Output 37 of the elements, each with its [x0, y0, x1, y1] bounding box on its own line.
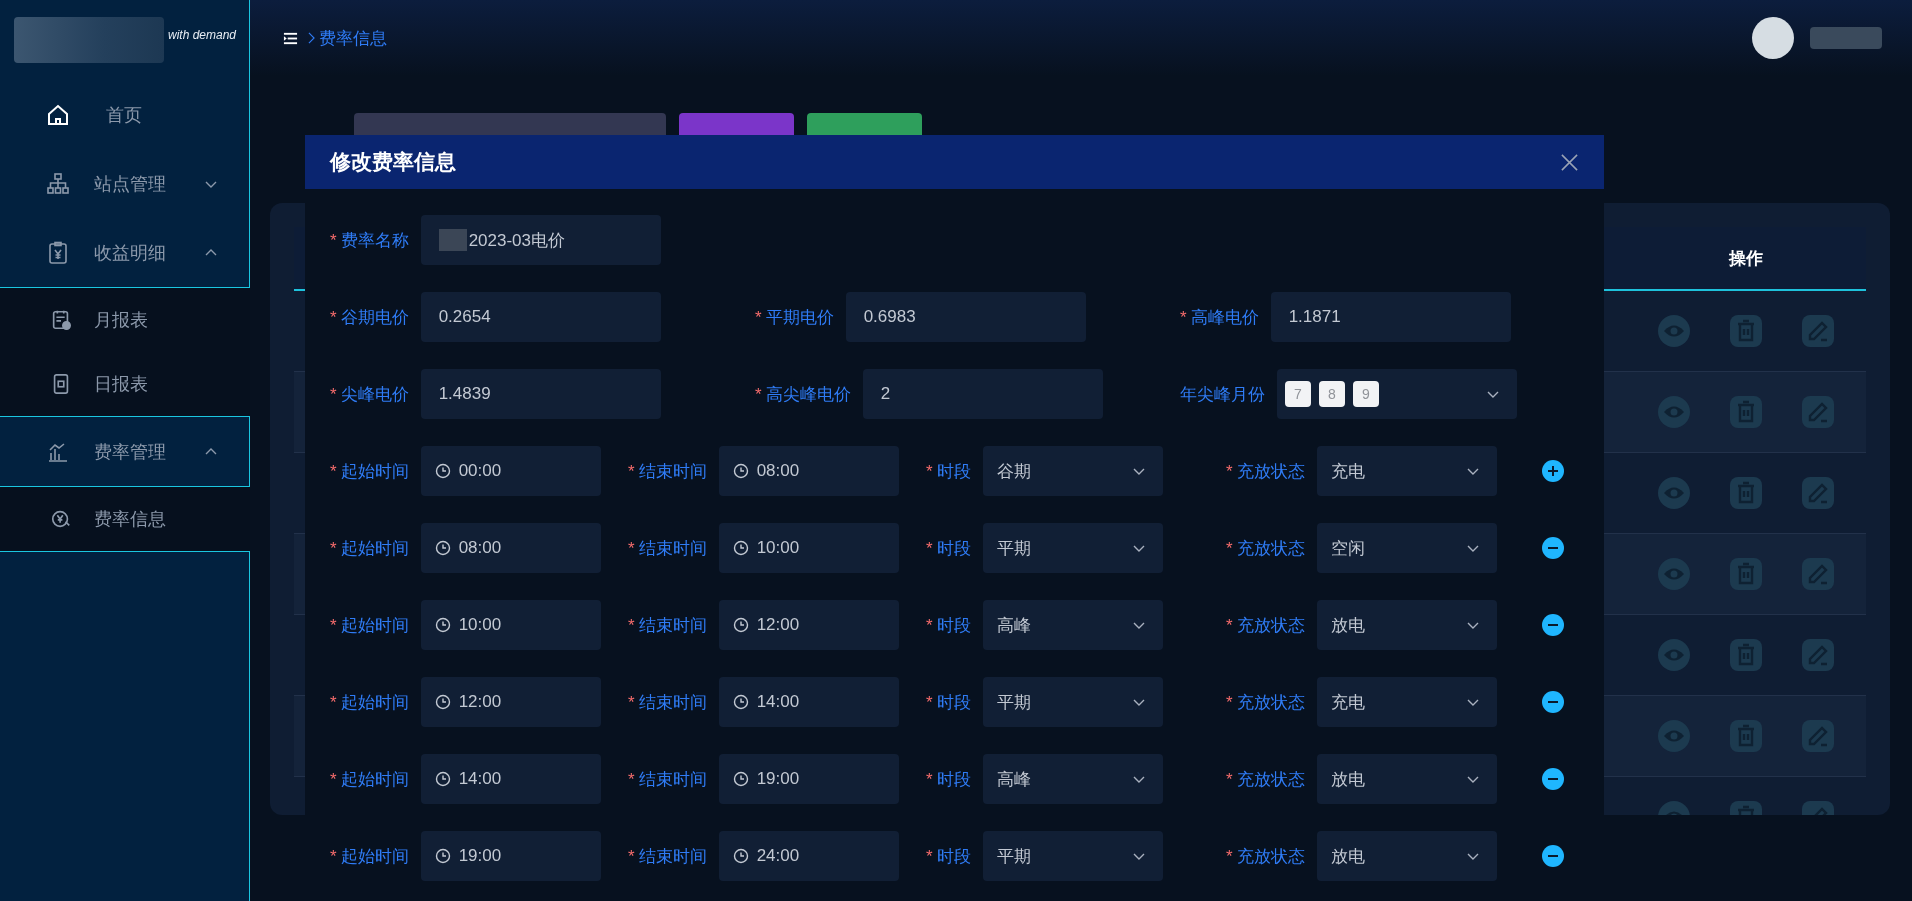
field-label: * 尖峰电价 — [330, 383, 409, 406]
month-tag: 9 — [1353, 381, 1379, 407]
field-label: * 时段 — [926, 691, 971, 714]
field-label: * 起始时间 — [330, 614, 409, 637]
month-tag: 8 — [1319, 381, 1345, 407]
field-label: * 充放状态 — [1226, 537, 1305, 560]
field-label: * 结束时间 — [628, 691, 707, 714]
field-label: * 充放状态 — [1226, 691, 1305, 714]
field-label: * 高尖峰电价 — [755, 383, 851, 406]
field-label: * 充放状态 — [1226, 845, 1305, 868]
field-label: * 起始时间 — [330, 537, 409, 560]
field-label: * 结束时间 — [628, 537, 707, 560]
field-label: * 时段 — [926, 614, 971, 637]
brand-tagline: with demand — [168, 28, 237, 42]
field-label: * 结束时间 — [628, 845, 707, 868]
month-tag: 7 — [1285, 381, 1311, 407]
dialog-title: 修改费率信息 — [330, 149, 456, 175]
field-label: * 起始时间 — [330, 845, 409, 868]
field-label: * 费率名称 — [330, 229, 409, 252]
field-label: * 起始时间 — [330, 691, 409, 714]
field-label: * 充放状态 — [1226, 460, 1305, 483]
field-label: * 时段 — [926, 768, 971, 791]
column-header: 操作 — [1727, 247, 1764, 270]
field-label: * 结束时间 — [628, 614, 707, 637]
field-label: * 起始时间 — [330, 768, 409, 791]
field-label: * 充放状态 — [1226, 614, 1305, 637]
field-label: * 结束时间 — [628, 768, 707, 791]
field-label: 年尖峰月份 — [1180, 383, 1265, 406]
field-label: * 起始时间 — [330, 460, 409, 483]
field-label: * 时段 — [926, 845, 971, 868]
field-label: * 谷期电价 — [330, 306, 409, 329]
field-label: * 时段 — [926, 460, 971, 483]
field-label: * 充放状态 — [1226, 768, 1305, 791]
field-label: * 结束时间 — [628, 460, 707, 483]
field-label: * 时段 — [926, 537, 971, 560]
field-label: * 高峰电价 — [1180, 306, 1259, 329]
field-label: * 平期电价 — [755, 306, 834, 329]
